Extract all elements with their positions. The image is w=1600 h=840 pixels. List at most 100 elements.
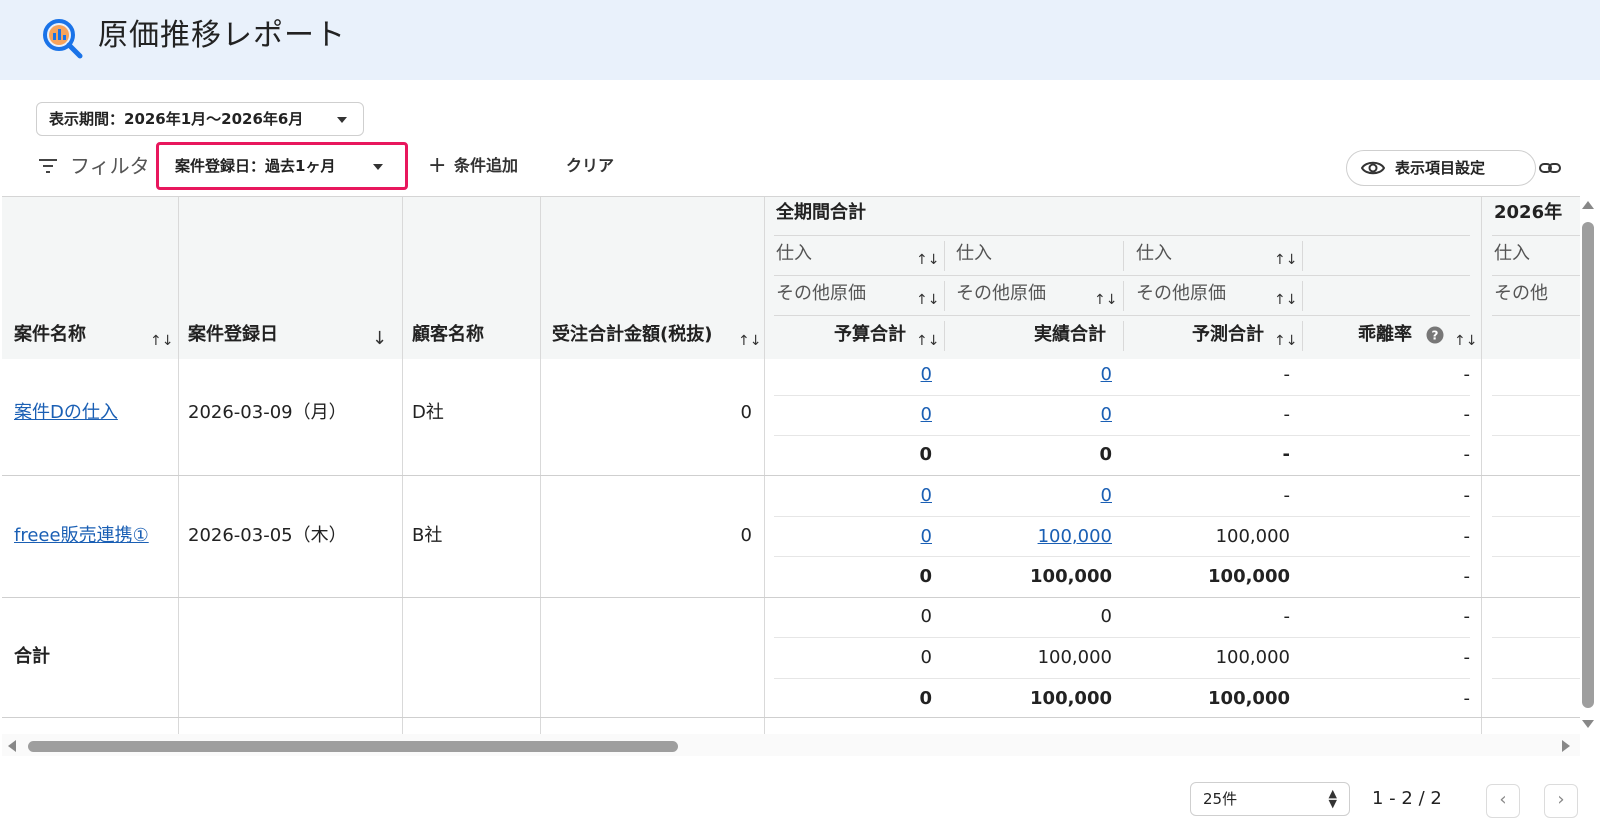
chevron-down-icon (373, 164, 383, 170)
actual-total-cell: 100,000 (1030, 566, 1112, 587)
reg-date-cell: 2026-03-09（月） (188, 402, 347, 423)
reg-date-cell: 2026-03-05（木） (188, 525, 347, 546)
display-settings-button[interactable]: 表示項目設定 (1346, 150, 1536, 186)
page-title: 原価推移レポート (98, 18, 346, 53)
sort-icon[interactable]: ↑↓ (1094, 292, 1117, 308)
sort-icon[interactable]: ↑↓ (916, 252, 939, 268)
budget-cell: 0 (920, 647, 932, 668)
scroll-up-icon[interactable] (1582, 201, 1594, 209)
scroll-left-icon[interactable] (8, 740, 16, 752)
page-header: 原価推移レポート (0, 0, 1600, 80)
clear-button[interactable]: クリア (566, 152, 614, 180)
divider (944, 241, 945, 271)
actual-total-cell: 0 (1099, 444, 1112, 465)
deviation-cell: - (1463, 606, 1471, 627)
order-total-cell: 0 (740, 525, 752, 546)
metric-header-deviation[interactable]: 乖離率 (1358, 323, 1412, 347)
link-icon[interactable] (1538, 156, 1562, 180)
sub-header-purchase: 仕入 (1494, 243, 1530, 264)
divider (774, 435, 1470, 436)
divider (540, 197, 541, 734)
divider (774, 516, 1470, 517)
divider (774, 678, 1470, 679)
sort-icon[interactable]: ↑↓ (150, 333, 173, 349)
budget-link[interactable]: 0 (802, 363, 932, 387)
sort-icon[interactable]: ↑↓ (1454, 333, 1477, 349)
divider (944, 281, 945, 311)
col-header-order-total[interactable]: 受注合計金額(税抜) (552, 323, 712, 347)
col-header-name[interactable]: 案件名称 (14, 323, 86, 347)
page-size-select[interactable]: 25件 ▲ ▼ (1190, 782, 1350, 816)
budget-total-cell: 0 (919, 688, 932, 709)
period-select-button[interactable]: 表示期間：2026年1月〜2026年6月 (36, 102, 364, 136)
deviation-cell: - (1463, 647, 1471, 668)
forecast-cell: - (1283, 404, 1291, 425)
cost-report-table: 案件名称 ↑↓ 案件登録日 ↓ 顧客名称 受注合計金額(税抜) ↑↓ 全期間合計… (2, 196, 1580, 734)
next-page-button[interactable]: › (1544, 784, 1578, 818)
display-settings-label: 表示項目設定 (1395, 159, 1486, 177)
deviation-cell: - (1463, 404, 1471, 425)
sub-header-purchase: 仕入 (1136, 243, 1172, 264)
divider (774, 637, 1470, 638)
col-header-customer[interactable]: 顧客名称 (412, 323, 484, 347)
svg-text:?: ? (1432, 329, 1439, 343)
vertical-scroll-thumb[interactable] (1582, 222, 1594, 708)
filter-chip-registration-date[interactable]: 案件登録日：過去1ヶ月 (156, 142, 408, 190)
sub-header-other-cost: その他 (1494, 283, 1548, 304)
actual-link[interactable]: 0 (982, 484, 1112, 508)
divider (1481, 197, 1482, 734)
forecast-cell: - (1283, 606, 1291, 627)
project-link[interactable]: freee販売連携① (14, 524, 149, 548)
forecast-cell: - (1283, 485, 1291, 506)
divider (1302, 241, 1303, 271)
project-link[interactable]: 案件Dの仕入 (14, 401, 118, 425)
eye-icon (1361, 161, 1385, 175)
horizontal-scroll-thumb[interactable] (28, 741, 678, 752)
add-condition-button[interactable]: + 条件追加 (428, 152, 518, 180)
help-icon[interactable]: ? (1426, 326, 1444, 344)
report-search-icon (43, 19, 83, 59)
scroll-down-icon[interactable] (1582, 720, 1594, 728)
forecast-cell: - (1283, 364, 1291, 385)
budget-total-cell: 0 (919, 444, 932, 465)
forecast-total-cell: 100,000 (1208, 566, 1290, 587)
divider (1492, 435, 1580, 436)
pagination-info: 1 - 2 / 2 (1372, 788, 1442, 809)
deviation-cell: - (1463, 526, 1471, 547)
deviation-cell: - (1463, 444, 1471, 465)
divider (178, 197, 179, 734)
actual-link[interactable]: 100,000 (982, 525, 1112, 549)
actual-link[interactable]: 0 (982, 403, 1112, 427)
divider (1492, 637, 1580, 638)
metric-header-budget[interactable]: 予算合計 (834, 323, 906, 347)
divider (1302, 321, 1303, 351)
metric-header-forecast[interactable]: 予測合計 (1192, 323, 1264, 347)
divider (1492, 516, 1580, 517)
prev-page-button[interactable]: ‹ (1486, 784, 1520, 818)
divider (1492, 235, 1580, 236)
divider (1492, 315, 1580, 316)
sort-icon[interactable]: ↑↓ (1274, 252, 1297, 268)
metric-header-actual[interactable]: 実績合計 (1034, 323, 1106, 347)
budget-link[interactable]: 0 (802, 525, 932, 549)
scroll-right-icon[interactable] (1562, 740, 1570, 752)
sort-icon[interactable]: ↑↓ (916, 333, 939, 349)
deviation-cell: - (1463, 364, 1471, 385)
chevron-down-icon (337, 117, 347, 123)
actual-cell: 100,000 (1037, 647, 1112, 668)
divider (764, 197, 765, 734)
forecast-total-cell: 100,000 (1208, 688, 1290, 709)
sort-icon[interactable]: ↑↓ (1274, 292, 1297, 308)
divider (1492, 678, 1580, 679)
budget-link[interactable]: 0 (802, 484, 932, 508)
sort-icon[interactable]: ↑↓ (1274, 333, 1297, 349)
actual-link[interactable]: 0 (982, 363, 1112, 387)
sort-icon[interactable]: ↑↓ (738, 333, 761, 349)
sort-icon[interactable]: ↑↓ (916, 292, 939, 308)
divider (774, 275, 1470, 276)
filter-icon (39, 159, 57, 173)
col-header-reg-date[interactable]: 案件登録日 (188, 323, 278, 347)
add-condition-label: 条件追加 (454, 156, 519, 175)
sort-desc-icon[interactable]: ↓ (372, 330, 387, 348)
budget-link[interactable]: 0 (802, 403, 932, 427)
